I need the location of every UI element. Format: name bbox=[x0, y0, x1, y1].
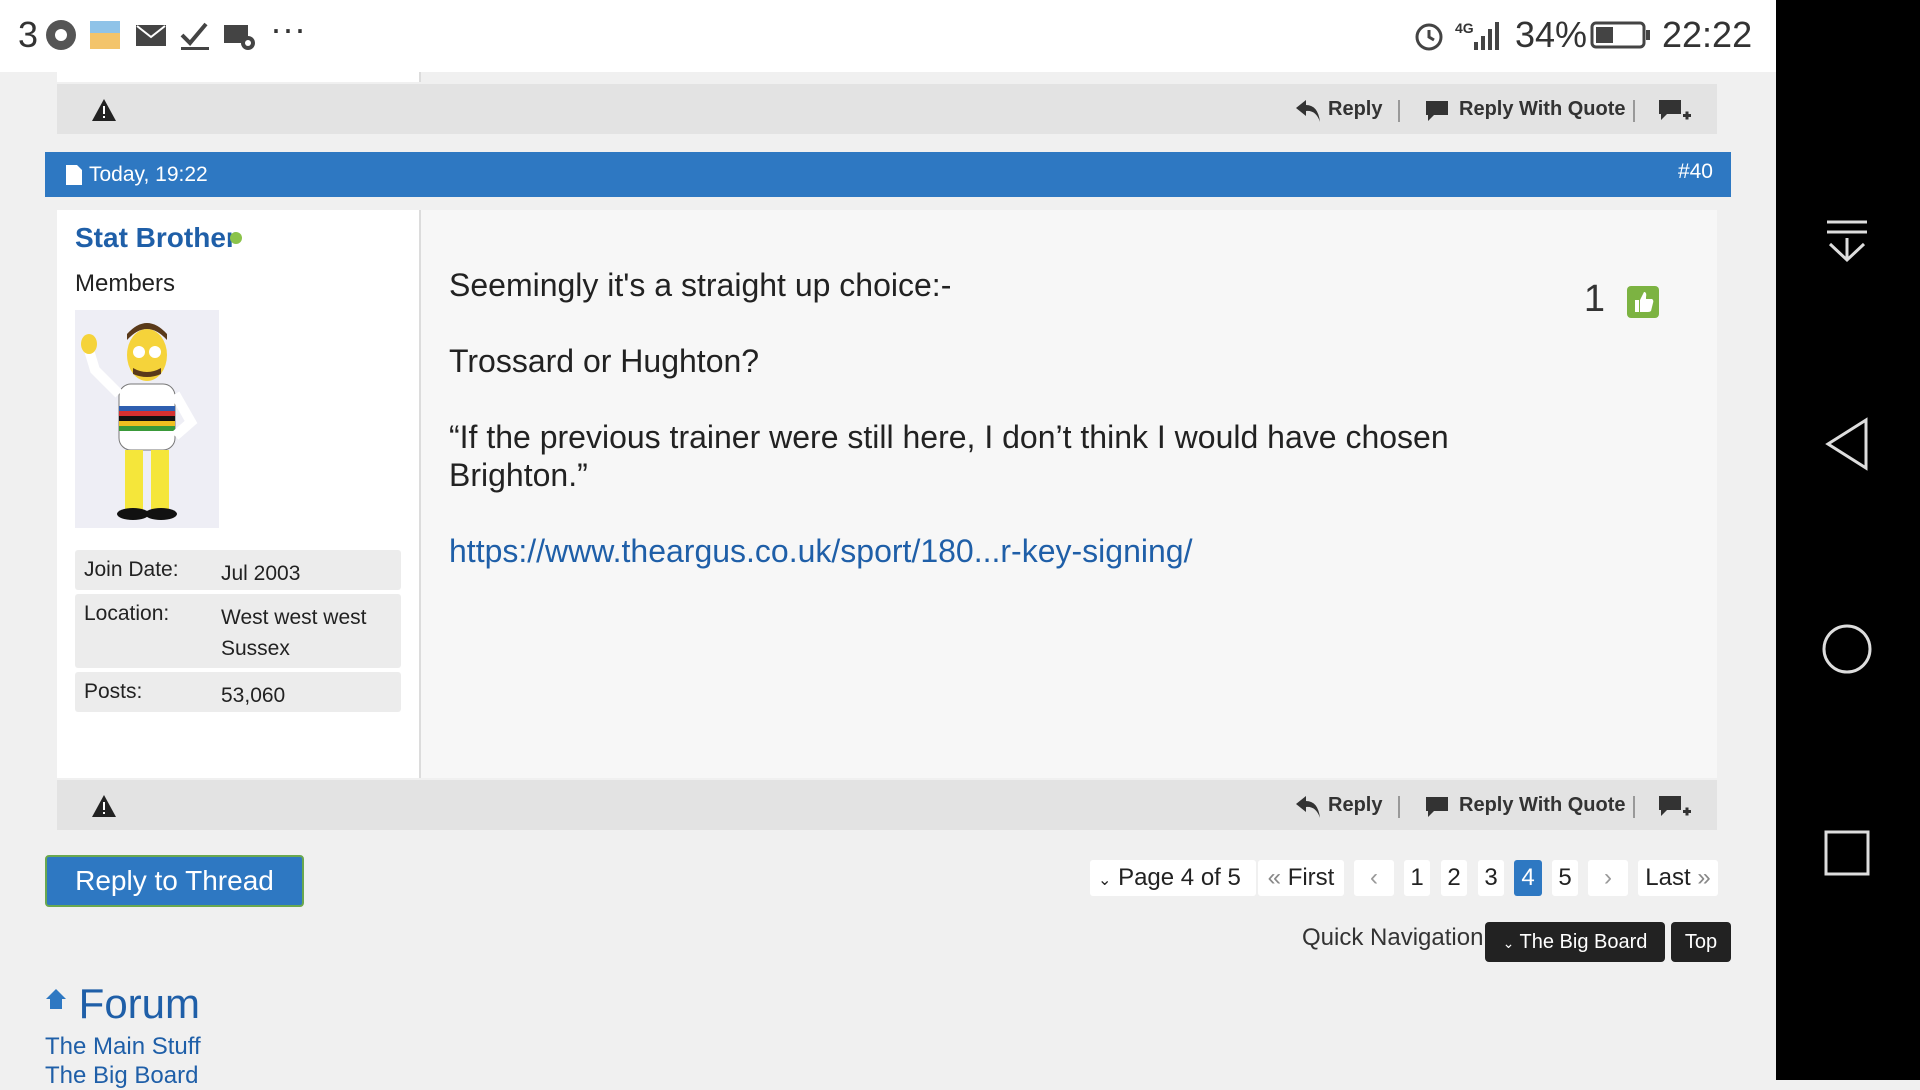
forum-label: Forum bbox=[78, 980, 201, 1027]
forum-home-link[interactable]: Forum bbox=[45, 980, 200, 1028]
last-label: Last bbox=[1645, 864, 1691, 891]
quick-navigation-label: Quick Navigation bbox=[1302, 924, 1484, 951]
back-icon[interactable] bbox=[1822, 416, 1872, 472]
chevron-down-icon: ⌄ bbox=[1502, 935, 1515, 951]
like-count: 1 bbox=[1583, 278, 1605, 320]
status-bar: 3 ··· 4G 34% 22:22 bbox=[0, 0, 1776, 72]
navigation-bar bbox=[1776, 0, 1920, 1080]
recents-icon[interactable] bbox=[1822, 828, 1872, 878]
post-text-line: Seemingly it's a straight up choice:- bbox=[449, 267, 952, 303]
user-info-pane: Stat Brother Members Join Date: Jul 2003 bbox=[57, 210, 421, 778]
report-icon[interactable] bbox=[91, 794, 117, 818]
prev-page-link[interactable]: ‹ bbox=[1354, 860, 1394, 896]
battery-icon bbox=[1590, 21, 1650, 49]
post-content: Seemingly it's a straight up choice:- Tr… bbox=[421, 210, 1717, 778]
separator bbox=[1633, 100, 1635, 122]
next-page-link[interactable]: › bbox=[1588, 860, 1628, 896]
reply-icon bbox=[1296, 100, 1320, 122]
multi-quote-icon[interactable] bbox=[1657, 794, 1693, 822]
forum-link-main-stuff[interactable]: The Main Stuff bbox=[45, 1033, 201, 1061]
double-chevron-right-icon: » bbox=[1697, 864, 1711, 891]
separator bbox=[1398, 796, 1400, 818]
user-title: Members bbox=[75, 270, 176, 297]
location-label: Location: bbox=[84, 602, 170, 625]
signal-icon bbox=[1474, 22, 1499, 50]
battery-percent: 34% bbox=[1515, 14, 1588, 55]
notification-count: 3 bbox=[18, 14, 39, 55]
thumbs-up-icon bbox=[1635, 292, 1654, 312]
reply-button[interactable]: Reply bbox=[1328, 794, 1382, 817]
article-link[interactable]: https://www.theargus.co.uk/sport/180...r… bbox=[449, 532, 1192, 570]
post-text-line: Trossard or Hughton? bbox=[449, 343, 760, 379]
first-page-link[interactable]: « First bbox=[1258, 860, 1344, 896]
alarm-icon bbox=[1415, 23, 1443, 51]
reply-button[interactable]: Reply bbox=[1328, 98, 1382, 121]
page-of-label: Page 4 of 5 bbox=[1118, 864, 1241, 891]
top-button[interactable]: Top bbox=[1671, 922, 1731, 962]
reply-to-thread-button[interactable]: Reply to Thread bbox=[45, 855, 304, 907]
join-date-row: Join Date: Jul 2003 bbox=[75, 550, 401, 590]
username-link[interactable]: Stat Brother bbox=[75, 222, 237, 254]
post-date: Today, 19:22 bbox=[89, 163, 208, 186]
double-chevron-left-icon: « bbox=[1267, 864, 1282, 891]
collapse-icon[interactable] bbox=[1822, 216, 1872, 266]
last-page-link[interactable]: Last » bbox=[1638, 860, 1718, 896]
home-icon[interactable] bbox=[1820, 622, 1874, 676]
reply-icon bbox=[1296, 796, 1320, 818]
post-number-link[interactable]: #40 bbox=[1678, 160, 1713, 184]
posts-label: Posts: bbox=[84, 680, 143, 703]
join-date-label: Join Date: bbox=[84, 558, 179, 581]
clock: 22:22 bbox=[1662, 14, 1753, 55]
reply-with-quote-button[interactable]: Reply With Quote bbox=[1459, 794, 1625, 817]
posts-value: 53,060 bbox=[221, 684, 286, 707]
forum-link-big-board[interactable]: The Big Board bbox=[45, 1062, 198, 1090]
mail-settings-icon bbox=[224, 25, 255, 50]
avatar-image bbox=[75, 310, 219, 528]
first-label: First bbox=[1287, 864, 1335, 891]
quick-nav-board: The Big Board bbox=[1519, 931, 1648, 953]
post-quote-text: “If the previous trainer were still here… bbox=[449, 419, 1449, 493]
page-link-2[interactable]: 2 bbox=[1441, 860, 1467, 896]
more-notifications-icon: ··· bbox=[270, 8, 306, 49]
online-status-icon bbox=[230, 232, 242, 244]
post-header: Today, 19:22 #40 bbox=[45, 152, 1731, 197]
gallery-icon bbox=[90, 21, 120, 49]
home-icon bbox=[46, 989, 66, 1009]
chevron-down-icon: ⌄ bbox=[1098, 872, 1112, 889]
post-actions-bottom: Reply Reply With Quote bbox=[57, 780, 1717, 830]
posts-row: Posts: 53,060 bbox=[75, 672, 401, 712]
quote-icon bbox=[1426, 797, 1448, 817]
page-jump-dropdown[interactable]: ⌄ Page 4 of 5 bbox=[1090, 860, 1256, 896]
quick-nav-forum-select[interactable]: ⌄ The Big Board bbox=[1485, 922, 1665, 962]
page-link-3[interactable]: 3 bbox=[1478, 860, 1504, 896]
separator bbox=[1633, 796, 1635, 818]
page-link-1[interactable]: 1 bbox=[1404, 860, 1430, 896]
like-button[interactable] bbox=[1627, 286, 1659, 318]
separator bbox=[1398, 100, 1400, 122]
multi-quote-icon[interactable] bbox=[1657, 98, 1693, 126]
avatar[interactable] bbox=[75, 310, 219, 528]
location-row: Location: West west west Sussex bbox=[75, 594, 401, 668]
previous-post-userpane bbox=[57, 72, 421, 82]
report-icon[interactable] bbox=[91, 98, 117, 122]
post-icon bbox=[66, 165, 82, 185]
quote-icon bbox=[1426, 101, 1448, 121]
post-actions-top: Reply Reply With Quote bbox=[57, 84, 1717, 134]
page-link-5[interactable]: 5 bbox=[1552, 860, 1578, 896]
chrome-icon bbox=[46, 20, 76, 50]
check-icon bbox=[180, 22, 209, 50]
mail-icon bbox=[136, 25, 166, 46]
join-date-value: Jul 2003 bbox=[221, 562, 301, 585]
location-value: West west west Sussex bbox=[221, 606, 367, 660]
reply-with-quote-button[interactable]: Reply With Quote bbox=[1459, 98, 1625, 121]
page-link-current[interactable]: 4 bbox=[1514, 860, 1542, 896]
